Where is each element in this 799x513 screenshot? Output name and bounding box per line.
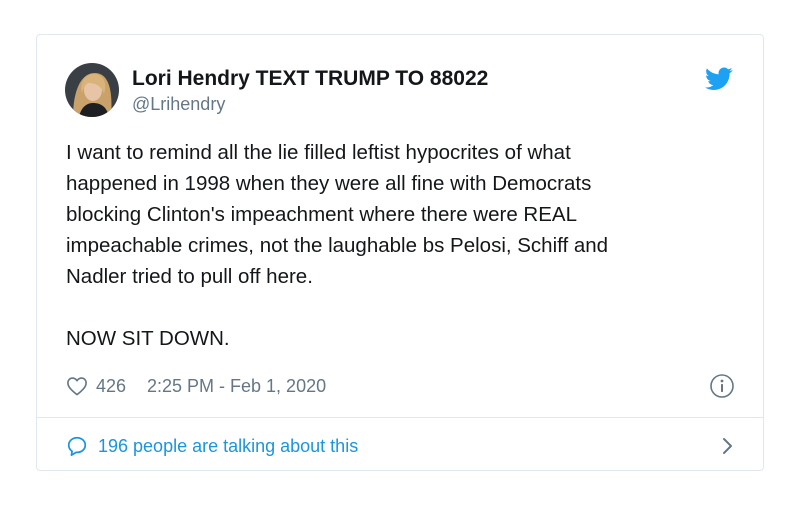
user-handle[interactable]: @Lrihendry	[132, 94, 225, 115]
tweet-meta: 426 2:25 PM - Feb 1, 2020	[66, 373, 735, 401]
chevron-right-icon[interactable]	[721, 435, 735, 457]
tweet-card[interactable]: Lori Hendry TEXT TRUMP TO 88022 @Lrihend…	[36, 34, 764, 471]
info-icon[interactable]	[709, 373, 735, 399]
like-count[interactable]: 426	[96, 376, 126, 397]
tweet-timestamp[interactable]: 2:25 PM - Feb 1, 2020	[147, 376, 326, 397]
tweet-header: Lori Hendry TEXT TRUMP TO 88022 @Lrihend…	[65, 63, 735, 119]
heart-icon[interactable]	[66, 376, 88, 396]
conversation-link[interactable]: 196 people are talking about this	[66, 429, 735, 461]
divider	[37, 417, 763, 418]
twitter-bird-icon[interactable]	[705, 67, 733, 91]
tweet-text: I want to remind all the lie filled left…	[66, 141, 609, 350]
talking-count-link[interactable]: 196 people are talking about this	[98, 436, 358, 457]
display-name[interactable]: Lori Hendry TEXT TRUMP TO 88022	[132, 67, 488, 91]
speech-bubble-icon	[67, 436, 87, 457]
avatar[interactable]	[65, 63, 119, 117]
